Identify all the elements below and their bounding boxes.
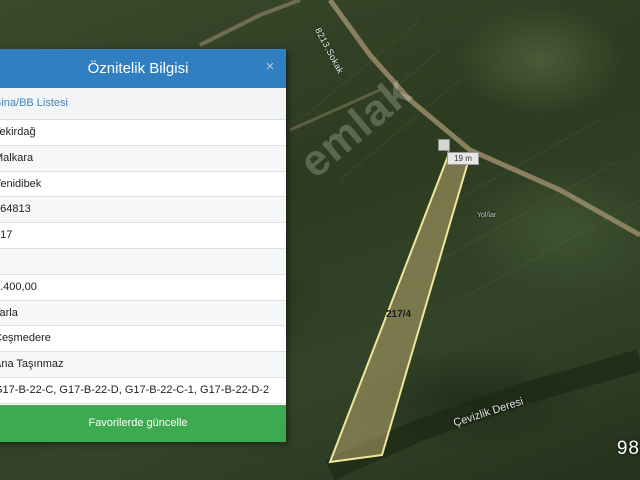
road-label: Yol/lar <box>477 212 497 219</box>
panel-header: Öznitelik Bilgisi × <box>0 49 286 88</box>
attribute-row-status: Ana Taşınmaz <box>0 352 286 378</box>
attribute-row-province: Tekirdağ <box>0 120 286 146</box>
attribute-row-parcel <box>0 248 286 275</box>
attribute-panel: Öznitelik Bilgisi × Bina/BB Listesi Teki… <box>0 49 286 442</box>
attribute-row-sheet: G17-B-22-C, G17-B-22-D, G17-B-22-C-1, G1… <box>0 378 286 404</box>
parcel-label[interactable]: 217/4 <box>386 309 411 320</box>
attribute-row-district: Malkara <box>0 145 286 172</box>
dirt-road <box>199 0 301 47</box>
attribute-row-parcel-id: 164813 <box>0 197 286 224</box>
attribute-row-neighborhood: Yenidibek <box>0 172 286 198</box>
measure-label: 19 m <box>447 152 479 165</box>
panel-title: Öznitelik Bilgisi <box>87 60 189 77</box>
page-number: 98 <box>616 438 640 459</box>
attribute-row-quality: Tarla <box>0 300 286 327</box>
attribute-rows: Tekirdağ Malkara Yenidibek 164813 217 4.… <box>0 120 286 404</box>
update-favorites-button[interactable]: Favorilerde güncelle <box>0 405 286 442</box>
close-icon[interactable]: × <box>262 58 278 76</box>
attribute-row-area: 4.400,00 <box>0 275 286 301</box>
measure-marker[interactable] <box>438 139 450 151</box>
attribute-row-block: 217 <box>0 223 286 249</box>
attribute-row-location: Çeşmedere <box>0 326 286 353</box>
building-list-link[interactable]: Bina/BB Listesi <box>0 88 286 120</box>
